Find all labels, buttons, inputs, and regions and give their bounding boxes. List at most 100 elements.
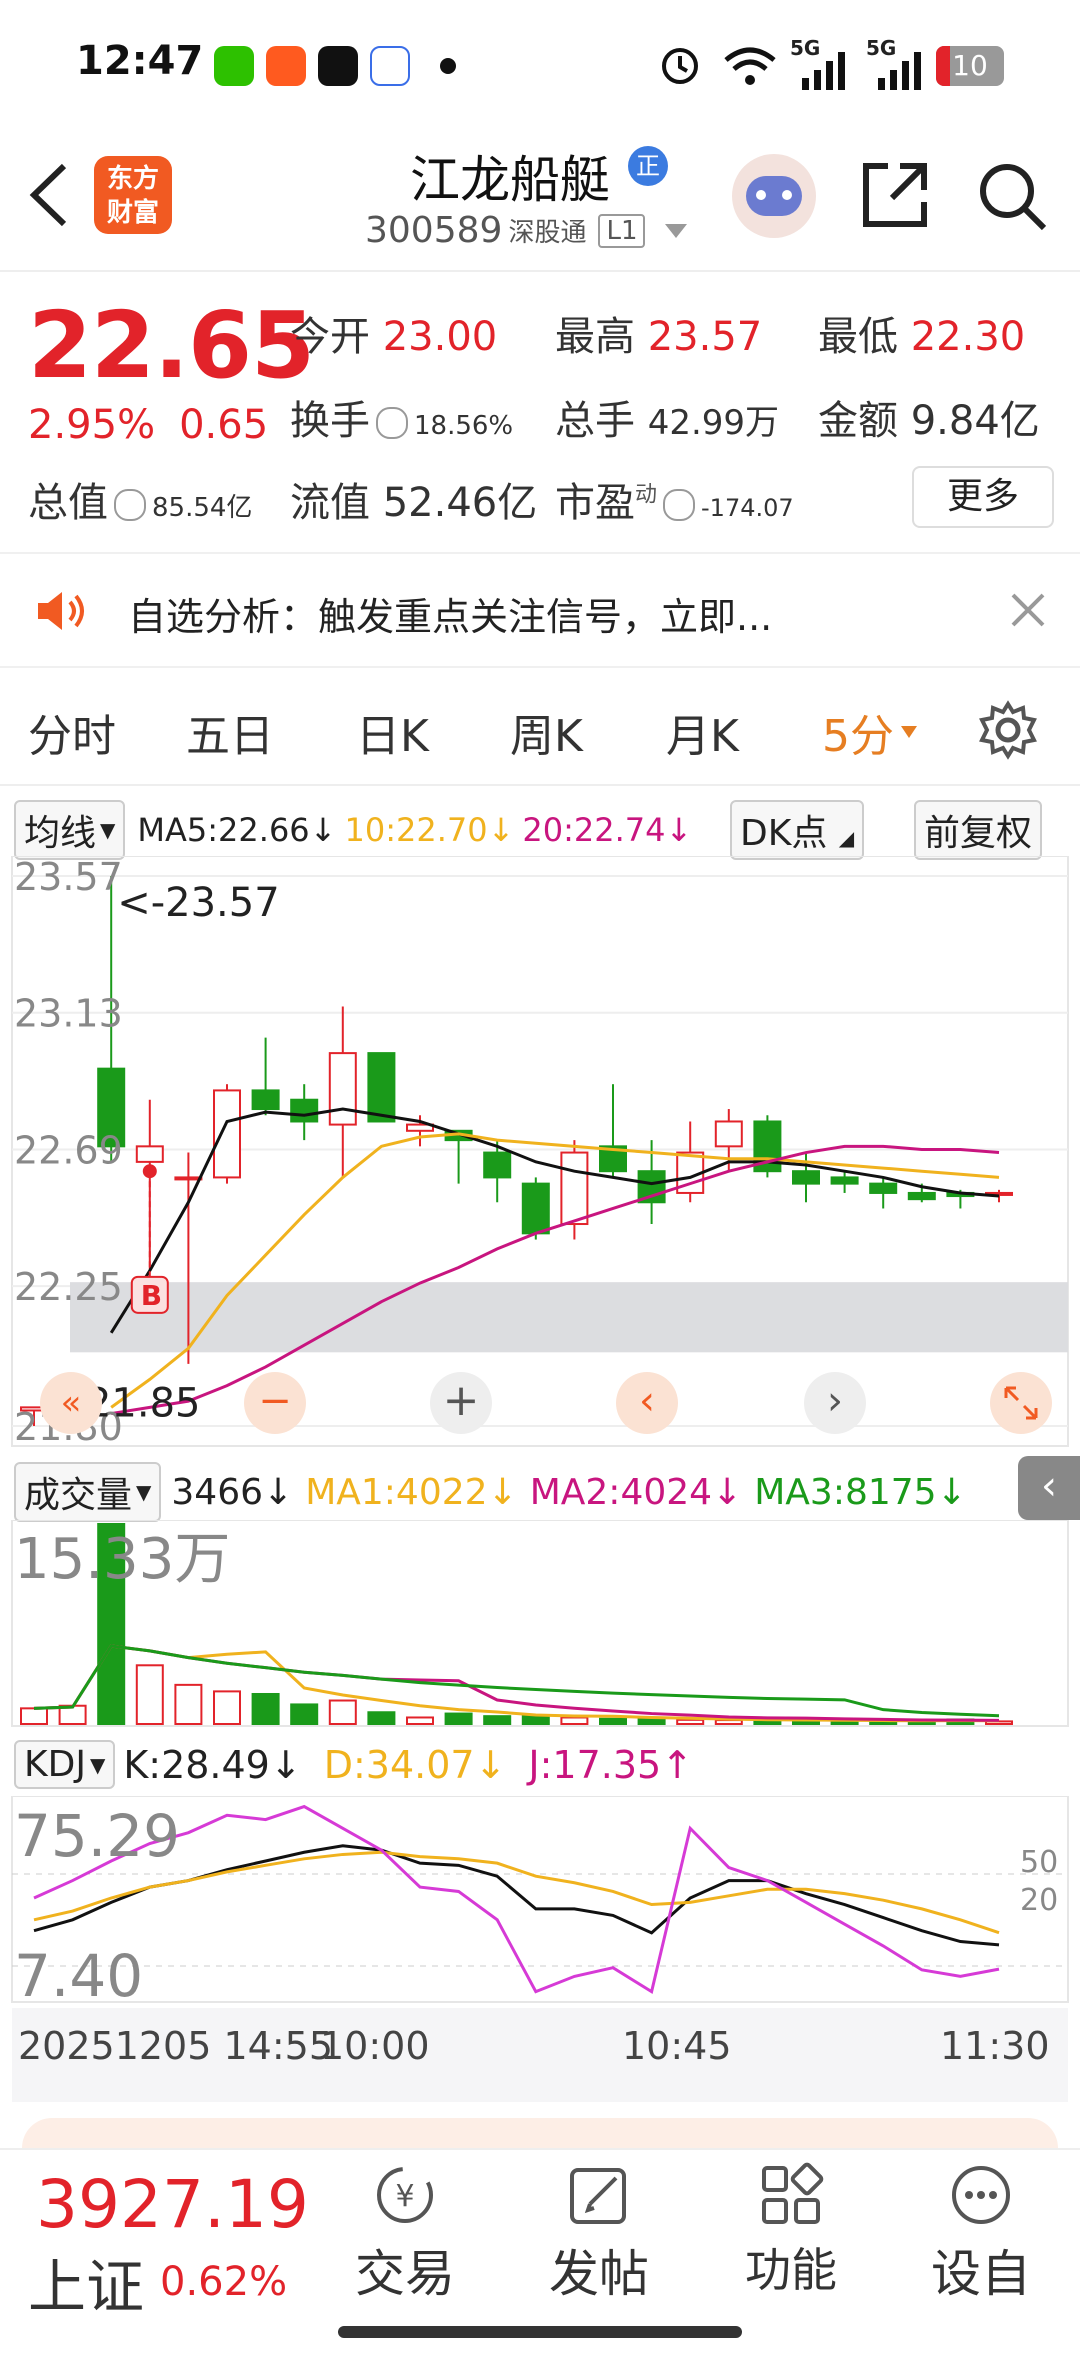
- app-notification-icon: [266, 46, 306, 86]
- scroll-left-fast-button[interactable]: «: [40, 1372, 102, 1434]
- share-icon[interactable]: [860, 160, 930, 230]
- battery-level: 10: [952, 49, 988, 82]
- kdj-ref-low: 20: [1020, 1883, 1058, 1918]
- volume-bar: [560, 1716, 589, 1725]
- float-value: 52.46亿: [382, 480, 538, 526]
- pe-value: -174.07: [701, 494, 794, 522]
- pe-superscript: 动: [635, 482, 658, 508]
- high-value: 23.57: [647, 314, 763, 360]
- search-icon[interactable]: [976, 160, 1048, 232]
- candle-body: [483, 1151, 512, 1179]
- volume-chart: 15.33万: [11, 1520, 1069, 1727]
- scroll-left-button[interactable]: ‹: [616, 1372, 678, 1434]
- tab-intraday[interactable]: 分时: [28, 700, 116, 764]
- time-label-1000: 10:00: [320, 2024, 430, 2068]
- volume-ma3-line: [33, 1644, 1000, 1718]
- float-field: 流值 52.46亿: [290, 480, 538, 526]
- tab-5min[interactable]: 5分: [822, 700, 918, 764]
- volume-bar: [599, 1717, 627, 1726]
- volume-bar: [367, 1711, 396, 1725]
- hidden-eye-icon: [376, 407, 408, 439]
- robot-assistant-icon[interactable]: [732, 154, 816, 238]
- collapse-panel-button[interactable]: ‹: [1018, 1456, 1080, 1520]
- ma20-value: 20:22.74↓: [522, 811, 693, 849]
- index-value[interactable]: 3927.19: [36, 2166, 309, 2243]
- header-divider: [0, 270, 1080, 272]
- close-icon[interactable]: [1010, 592, 1046, 628]
- nav-functions[interactable]: 功能: [726, 2160, 856, 2300]
- low-value: 22.30: [910, 314, 1026, 360]
- mktcap-value: 85.54亿: [152, 493, 253, 523]
- index-info[interactable]: 上证 0.62%: [28, 2240, 287, 2324]
- banner-text[interactable]: 自选分析：触发重点关注信号，立即...: [128, 586, 772, 641]
- trade-icon: ¥: [377, 2167, 433, 2223]
- tab-weekly-k[interactable]: 周K: [510, 700, 583, 764]
- indicator-selector[interactable]: 均线 ▼: [14, 800, 126, 860]
- candle-body: [213, 1089, 241, 1179]
- candle-body: [290, 1098, 319, 1123]
- time-label-start: 20251205 14:55: [18, 2024, 334, 2068]
- kdj-selector[interactable]: KDJ ▼: [14, 1740, 116, 1789]
- dk-point-button[interactable]: DK点 ◢: [730, 800, 865, 860]
- home-indicator[interactable]: [338, 2326, 742, 2338]
- price-change: 2.95% 0.65: [28, 402, 268, 448]
- time-label-1045: 10:45: [622, 2024, 732, 2068]
- nav-post[interactable]: 发帖: [534, 2160, 664, 2306]
- zoom-out-button[interactable]: −: [244, 1372, 306, 1434]
- fullscreen-icon[interactable]: [990, 1372, 1052, 1434]
- scroll-right-button[interactable]: ›: [804, 1372, 866, 1434]
- candle-body: [830, 1176, 859, 1185]
- tab-monthly-k[interactable]: 月K: [666, 700, 739, 764]
- zoom-in-button[interactable]: +: [430, 1372, 492, 1434]
- stock-name[interactable]: 江龙船艇: [410, 140, 610, 212]
- adjust-button[interactable]: 前复权: [914, 800, 1043, 860]
- current-price: 22.65: [28, 292, 315, 399]
- volume-bar: [135, 1664, 164, 1725]
- volume-current: 3466↓: [171, 1471, 294, 1513]
- low-field: 最低 22.30: [818, 314, 1026, 360]
- tab-five-day[interactable]: 五日: [186, 700, 274, 764]
- dot-icon: [440, 58, 456, 74]
- svg-text:¥: ¥: [395, 2179, 414, 2214]
- high-field: 最高 23.57: [555, 314, 763, 360]
- volume-bar: [213, 1690, 241, 1726]
- stock-code-row[interactable]: 300589 深股通 L1: [365, 210, 689, 251]
- nav-trade[interactable]: ¥ 交易: [340, 2160, 470, 2306]
- caret-down-icon: ▼: [136, 1480, 152, 1504]
- volume-ma3: MA3:8175↓: [754, 1471, 967, 1513]
- mktcap-field: 总值 85.54亿: [28, 480, 253, 526]
- candle-body: [792, 1170, 820, 1185]
- battery-icon: 10: [936, 46, 1004, 86]
- pe-field: 市盈动 -174.07: [555, 480, 794, 526]
- kdj-top-label: 75.29: [14, 1802, 180, 1870]
- volume-bar: [174, 1683, 203, 1725]
- volume-bar: [637, 1718, 666, 1726]
- max-price-note: <-23.57: [117, 880, 279, 926]
- nav-custom[interactable]: 设自: [916, 2160, 1046, 2306]
- open-value: 23.00: [382, 314, 498, 360]
- caret-down-icon: ▼: [100, 818, 116, 842]
- change-pct: 2.95%: [28, 402, 156, 448]
- time-label-1130: 11:30: [940, 2024, 1050, 2068]
- turnover-field: 换手 18.56%: [290, 398, 514, 444]
- volume-selector[interactable]: 成交量 ▼: [14, 1462, 162, 1522]
- volume-field: 总手 42.99万: [555, 398, 780, 444]
- more-button[interactable]: 更多: [912, 466, 1054, 528]
- kdj-bottom-label: 7.40: [14, 1942, 143, 2008]
- index-change: 0.62%: [160, 2259, 288, 2305]
- price-zone-band: [70, 1282, 1068, 1353]
- volume-value: 42.99万: [647, 403, 780, 443]
- volume-bar: [290, 1703, 319, 1725]
- candle-body: [135, 1145, 164, 1163]
- status-time: 12:47: [76, 38, 204, 84]
- gear-icon[interactable]: [978, 700, 1038, 760]
- wifi-icon: [724, 47, 776, 85]
- volume-max-label: 15.33万: [14, 1527, 230, 1592]
- tab-daily-k[interactable]: 日K: [356, 700, 429, 764]
- chevron-down-icon: [665, 223, 688, 238]
- candlestick-chart[interactable]: 23.5723.1322.6922.2521.80 <-23.57 <-21.8…: [0, 856, 1080, 1456]
- y-axis-label: 22.69: [14, 1128, 123, 1172]
- speaker-icon: [38, 592, 84, 630]
- tabs-divider: [0, 784, 1080, 786]
- back-icon[interactable]: [24, 162, 72, 228]
